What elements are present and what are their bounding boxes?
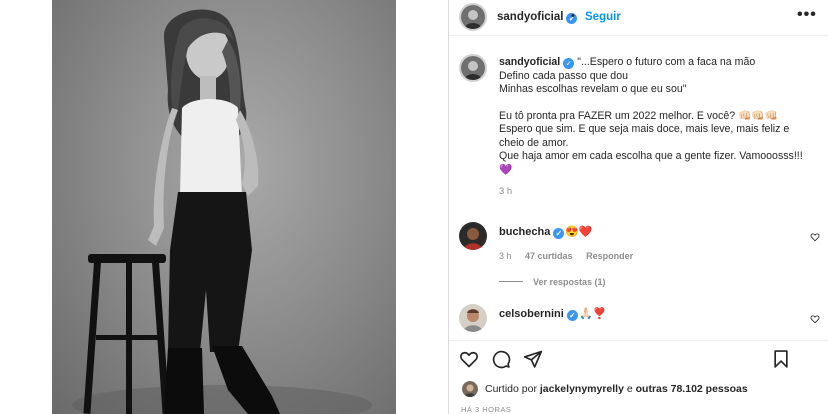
comment-username-text[interactable]: celsobernini [499,308,564,320]
separator-dot: • [571,10,575,22]
bookmark-icon[interactable] [771,349,791,369]
replies-line [499,281,523,282]
caption-line-6: Espero que sim. E que seja mais doce, ma… [499,123,790,135]
post-photo[interactable] [52,0,396,414]
avatar-image [461,5,485,29]
comment-like-icon[interactable] [810,314,820,324]
author-username-text[interactable]: sandyoficial [497,11,563,23]
follow-button[interactable]: Seguir [585,11,621,23]
comment-text: 🙏🏻❣️ [579,308,607,320]
comment-avatar[interactable] [459,222,487,250]
caption-line-5: Eu tô pronta pra FAZER um 2022 melhor. E… [499,109,778,122]
share-icon[interactable] [523,349,543,369]
more-icon[interactable]: ••• [797,6,817,24]
comment-reply-button[interactable]: Responder [586,251,633,261]
comment-username[interactable]: buchecha ✓ [499,226,565,239]
liked-by-text: Curtido por jackelynymyrelly e outras 78… [485,383,748,395]
avatar-image [462,381,478,397]
verified-icon: ✓ [566,310,578,321]
comment-meta: 3 h 47 curtidas Responder [499,251,644,261]
post-actions-bar: Curtido por jackelynymyrelly e outras 78… [449,340,828,414]
caption-author-avatar[interactable] [459,54,487,82]
heart-icon[interactable] [459,349,479,369]
verified-icon: ✓ [563,58,575,69]
comment-text: 😍❤️ [565,226,593,238]
liked-by-avatar[interactable] [462,381,478,397]
caption-line-3: Minhas escolhas revelam o que eu sou" [499,83,687,95]
caption-text: "...Espero o futuro com a faca na mão [577,56,756,68]
photo-illustration [72,9,372,414]
caption-gap [499,97,819,110]
avatar-image [461,56,485,80]
comment-item: celsobernini ✓ 🙏🏻❣️ [449,304,828,340]
author-avatar[interactable] [459,3,487,31]
liked-middle: e [626,383,633,395]
comment-like-icon[interactable] [810,232,820,242]
comment-username[interactable]: celsobernini ✓ [499,308,578,321]
liked-prefix: Curtido por [485,383,537,395]
caption-line-9: 💜 [499,163,513,176]
caption-line-2: Defino cada passo que dou [499,69,628,82]
caption-username[interactable]: sandyoficial [499,56,560,68]
post-header: sandyoficial ✓ • Seguir ••• [449,0,828,36]
comment-time[interactable]: 3 h [499,251,512,261]
caption-line-1: sandyoficial ✓ "...Espero o futuro com a … [499,56,819,70]
caption-time[interactable]: 3 h [499,185,819,199]
caption-line-8: Que haja amor em cada escolha que a gent… [499,150,803,162]
comment-username-text[interactable]: buchecha [499,226,550,238]
liked-user-link[interactable]: jackelynymyrelly [540,383,624,395]
comment-avatar[interactable] [459,304,487,332]
post-time-ago[interactable]: HÁ 3 HORAS [461,405,511,414]
post-media-area [0,0,448,414]
post-details-panel: sandyoficial ✓ • Seguir ••• sandyoficial ✓… [449,0,828,414]
avatar-image [459,222,487,250]
author-username[interactable]: sandyoficial ✓ [497,11,578,24]
post-caption: sandyoficial ✓ "...Espero o futuro com a … [499,56,819,199]
caption-gap [499,177,819,185]
caption-line-7: cheio de amor. [499,136,569,149]
comment-likes[interactable]: 47 curtidas [525,251,573,261]
comment-item: buchecha ✓ 😍❤️ 3 h 47 curtidas Responder … [449,222,828,292]
avatar-image [459,304,487,332]
verified-icon: ✓ [553,228,565,239]
view-replies-label[interactable]: Ver respostas (1) [533,277,606,287]
view-replies-button[interactable]: Ver respostas (1) [499,277,606,287]
comment-icon[interactable] [491,349,511,369]
likes-count-link[interactable]: outras 78.102 pessoas [636,383,748,395]
